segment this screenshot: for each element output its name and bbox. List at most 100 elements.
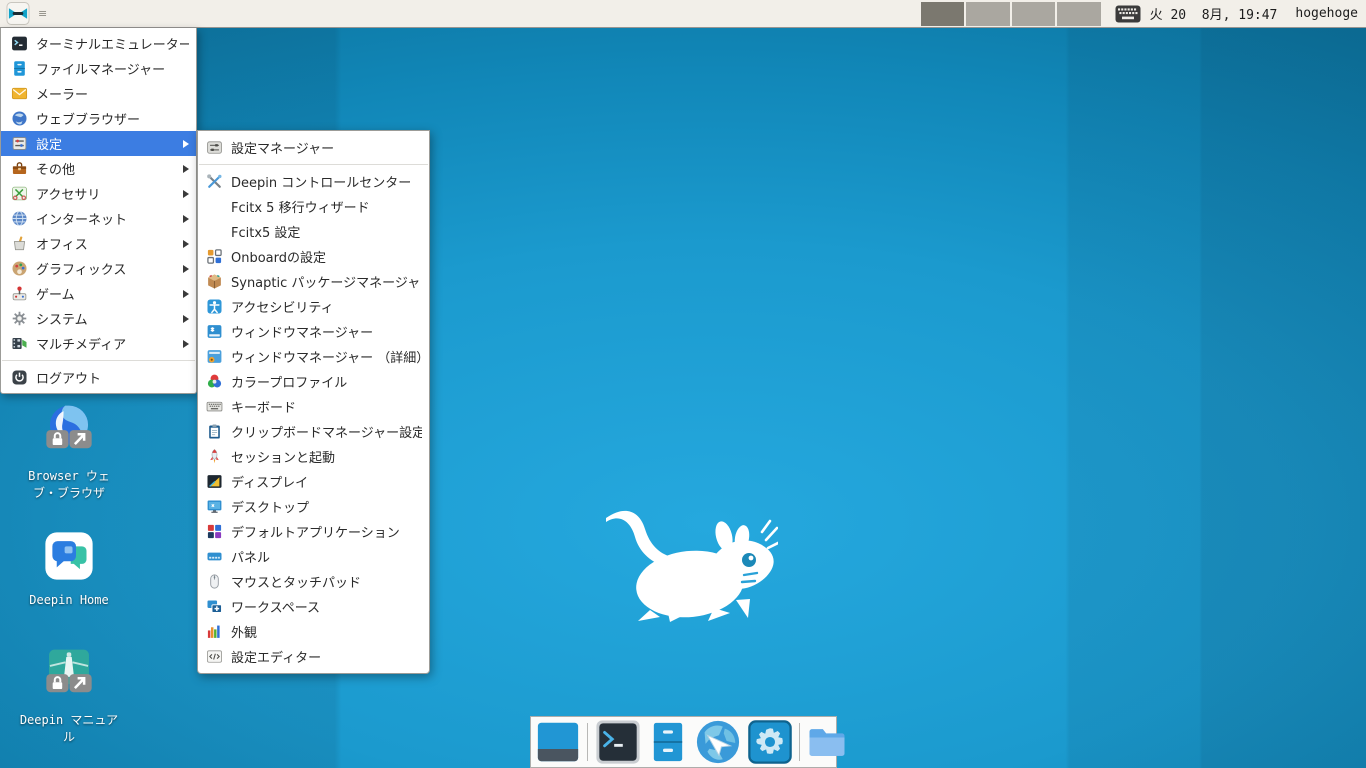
file-cabinet-icon <box>648 719 688 765</box>
dock-item-web-browser[interactable] <box>695 719 741 765</box>
workspace-1[interactable] <box>920 1 965 26</box>
submenu-item-デフォルトアプリケーション[interactable]: デフォルトアプリケーション <box>198 519 429 544</box>
deepin-control-center-icon <box>206 173 223 190</box>
submenu-item-ディスプレイ[interactable]: ディスプレイ <box>198 469 429 494</box>
submenu-item-クリップボードマネージャー設定[interactable]: クリップボードマネージャー設定 <box>198 419 429 444</box>
desktop-settings-icon <box>206 498 223 515</box>
dock-item-show-desktop[interactable] <box>536 721 580 763</box>
applications-menu-button[interactable] <box>2 1 34 26</box>
menu-item-label: Fcitx5 設定 <box>231 226 301 241</box>
submenu-item-マウスとタッチパッド[interactable]: マウスとタッチパッド <box>198 569 429 594</box>
workspace-switcher <box>920 1 1101 26</box>
web-browser-icon <box>11 110 28 127</box>
submenu-item-ウィンドウマネージャー[interactable]: ウィンドウマネージャー <box>198 319 429 344</box>
no-icon <box>206 198 223 215</box>
games-icon <box>11 285 28 302</box>
desktop-icon-label: Deepin Home <box>29 593 109 607</box>
settings-submenu: 設定マネージャー Deepin コントロールセンター Fcitx 5 移行ウィザ… <box>197 130 430 674</box>
workspace-2[interactable] <box>966 1 1010 26</box>
keyboard-layout-icon[interactable] <box>1115 5 1141 23</box>
menu-item-オフィス[interactable]: オフィス <box>1 231 196 256</box>
accessibility-icon <box>206 298 223 315</box>
submenu-item-セッションと起動[interactable]: セッションと起動 <box>198 444 429 469</box>
submenu-item-Synaptic-パッケージマネージャ[interactable]: Synaptic パッケージマネージャ <box>198 269 429 294</box>
color-profile-icon <box>206 373 223 390</box>
menu-item-label: アクセシビリティ <box>231 301 334 316</box>
submenu-item-Fcitx5-設定[interactable]: Fcitx5 設定 <box>198 219 429 244</box>
menu-item-ログアウト[interactable]: ログアウト <box>1 365 196 390</box>
menu-item-label: 設定エディター <box>231 651 322 666</box>
clipboard-icon <box>206 423 223 440</box>
desktop-icon-browser[interactable]: Browser ウェブ・ブラウザ <box>19 402 119 502</box>
menu-item-ファイルマネージャー[interactable]: ファイルマネージャー <box>1 56 196 81</box>
menu-separator <box>2 360 195 361</box>
menu-item-ウェブブラウザー[interactable]: ウェブブラウザー <box>1 106 196 131</box>
folder-icon <box>807 725 847 760</box>
terminal-icon <box>11 35 28 52</box>
settings-manager-icon <box>206 139 223 156</box>
system-icon <box>11 310 28 327</box>
settings-editor-icon <box>206 648 223 665</box>
submenu-item-デスクトップ[interactable]: デスクトップ <box>198 494 429 519</box>
dock-item-file-manager[interactable] <box>648 719 688 765</box>
panel-settings-icon <box>206 548 223 565</box>
terminal-dock-icon <box>595 719 641 765</box>
menu-item-label: ディスプレイ <box>231 476 309 491</box>
menu-item-アクセサリ[interactable]: アクセサリ <box>1 181 196 206</box>
menu-item-その他[interactable]: その他 <box>1 156 196 181</box>
menu-item-インターネット[interactable]: インターネット <box>1 206 196 231</box>
dock-item-settings[interactable] <box>748 720 792 764</box>
submenu-item-設定マネージャー[interactable]: 設定マネージャー <box>198 135 429 160</box>
submenu-item-ワークスペース[interactable]: ワークスペース <box>198 594 429 619</box>
menu-item-ゲーム[interactable]: ゲーム <box>1 281 196 306</box>
menu-item-label: キーボード <box>231 401 297 416</box>
submenu-item-設定エディター[interactable]: 設定エディター <box>198 644 429 669</box>
dock-item-file-browser[interactable] <box>807 725 847 760</box>
submenu-item-Deepin-コントロールセンター[interactable]: Deepin コントロールセンター <box>198 169 429 194</box>
submenu-item-Onboardの設定[interactable]: Onboardの設定 <box>198 244 429 269</box>
desktop-icon-deepin-manual[interactable]: Deepin マニュアル <box>19 646 119 746</box>
panel-clock[interactable]: 火 20 8月, 19:47 <box>1150 4 1278 23</box>
submenu-item-アクセシビリティ[interactable]: アクセシビリティ <box>198 294 429 319</box>
menu-item-マルチメディア[interactable]: マルチメディア <box>1 331 196 356</box>
dock <box>530 716 845 768</box>
menu-item-label: アクセサリ <box>36 188 101 203</box>
menu-item-label: Fcitx 5 移行ウィザード <box>231 201 370 216</box>
graphics-icon <box>11 260 28 277</box>
logout-icon <box>11 369 28 386</box>
display-icon <box>206 473 223 490</box>
globe-cursor-icon <box>695 719 741 765</box>
onboard-icon <box>206 248 223 265</box>
menu-item-メーラー[interactable]: メーラー <box>1 81 196 106</box>
submenu-item-Fcitx-5-移行ウィザード[interactable]: Fcitx 5 移行ウィザード <box>198 194 429 219</box>
menu-item-label: グラフィックス <box>36 263 127 278</box>
browser-desktop-icon <box>19 402 119 465</box>
submenu-item-パネル[interactable]: パネル <box>198 544 429 569</box>
session-startup-icon <box>206 448 223 465</box>
window-list-icon[interactable]: ≡ <box>38 8 47 19</box>
menu-item-label: デフォルトアプリケーション <box>231 526 400 541</box>
menu-item-label: Deepin コントロールセンター <box>231 176 412 191</box>
workspace-3[interactable] <box>1011 1 1056 26</box>
submenu-item-ウィンドウマネージャー-（詳細）[interactable]: ウィンドウマネージャー （詳細） <box>198 344 429 369</box>
synaptic-icon <box>206 273 223 290</box>
menu-item-ターミナルエミュレーター[interactable]: ターミナルエミュレーター <box>1 31 196 56</box>
submenu-item-カラープロファイル[interactable]: カラープロファイル <box>198 369 429 394</box>
menu-item-label: ログアウト <box>36 372 102 387</box>
deepin-home-icon <box>19 528 119 589</box>
menu-item-グラフィックス[interactable]: グラフィックス <box>1 256 196 281</box>
dock-item-terminal[interactable] <box>595 719 641 765</box>
workspace-4[interactable] <box>1057 1 1101 26</box>
submenu-item-キーボード[interactable]: キーボード <box>198 394 429 419</box>
desktop-icon-deepin-home[interactable]: Deepin Home <box>19 528 119 609</box>
menu-item-label: カラープロファイル <box>231 376 348 391</box>
menu-item-システム[interactable]: システム <box>1 306 196 331</box>
xfce-mouse-logo <box>598 496 782 622</box>
submenu-item-外観[interactable]: 外観 <box>198 619 429 644</box>
menu-item-設定[interactable]: 設定 <box>1 131 196 156</box>
menu-item-label: ターミナルエミュレーター <box>36 38 189 53</box>
submenu-arrow-icon <box>183 264 189 273</box>
menu-item-label: ウィンドウマネージャー （詳細） <box>231 351 422 366</box>
submenu-arrow-icon <box>183 164 189 173</box>
menu-item-label: ウェブブラウザー <box>36 113 141 128</box>
